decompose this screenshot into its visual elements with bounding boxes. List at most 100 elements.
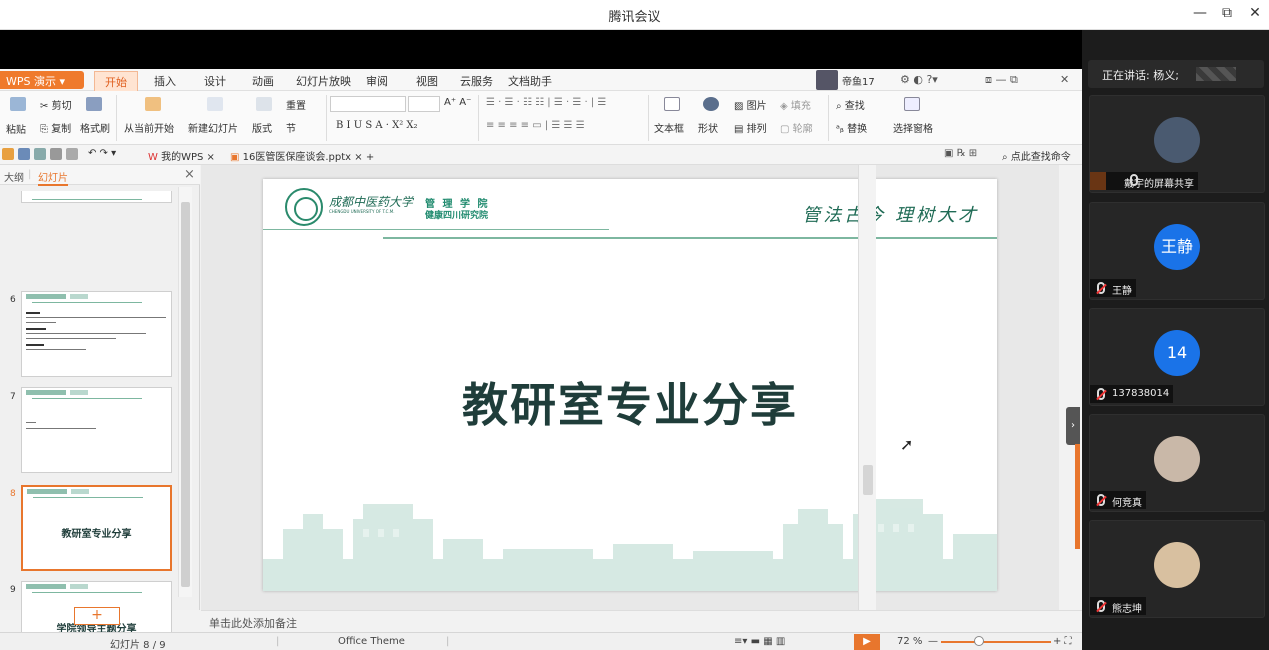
participant-tile[interactable]: 熊志坤 <box>1089 520 1265 618</box>
open-icon[interactable] <box>2 148 14 160</box>
cut-button[interactable]: ✂ 剪切 <box>40 97 72 112</box>
current-slide[interactable]: 成都中医药大学 CHENGDU UNIVERSITY OF T.C.M. 管 理… <box>263 179 997 591</box>
export-icon[interactable] <box>34 148 46 160</box>
new-tab-icon[interactable]: + <box>366 152 374 163</box>
reset-button[interactable]: 重置 <box>286 97 306 112</box>
notes-placeholder[interactable]: 单击此处添加备注 <box>209 615 297 631</box>
tab-slideshow[interactable]: 幻灯片放映 <box>296 73 351 89</box>
font-size-select[interactable] <box>408 96 440 112</box>
zoom-slider-knob[interactable] <box>974 636 984 646</box>
window-restore-icon[interactable]: ⧈ — ⧉ <box>985 73 1018 87</box>
slide-thumb-7[interactable] <box>21 387 172 473</box>
slide-thumb-8[interactable]: 教研室专业分享 <box>21 485 172 571</box>
participant-tile[interactable]: 王静 王静 <box>1089 202 1265 300</box>
print-icon[interactable] <box>50 148 62 160</box>
replace-button[interactable]: ᵃᵦ 替换 <box>836 120 867 135</box>
bold-button[interactable]: B <box>336 120 343 131</box>
tab-doc-assistant[interactable]: 文档助手 <box>508 73 552 89</box>
canvas-scrollbar[interactable] <box>858 165 876 610</box>
layout-button[interactable]: 版式 <box>252 120 272 135</box>
participant-tile[interactable]: 戴宇的屏幕共享 <box>1089 95 1265 193</box>
strike-button[interactable]: S <box>365 120 372 131</box>
add-slide-button[interactable]: + <box>74 607 120 625</box>
fill-button[interactable]: ◈ 填充 <box>780 97 811 112</box>
close-tab-icon[interactable]: × <box>207 152 215 163</box>
expand-side-pane-icon[interactable]: › <box>1066 407 1080 445</box>
format-painter-button[interactable]: 格式刷 <box>80 120 110 135</box>
italic-button[interactable]: I <box>347 120 351 131</box>
tab-slides[interactable]: 幻灯片 <box>38 169 68 186</box>
wps-app-button[interactable]: WPS 演示 ▾ <box>0 71 84 89</box>
participant-tile[interactable]: 14 137838014 <box>1089 308 1265 406</box>
copy-label: 复制 <box>51 124 72 135</box>
participant-tile[interactable]: 何竞真 <box>1089 414 1265 512</box>
panel-close-icon[interactable]: × <box>184 167 195 182</box>
select-pane-button[interactable]: 选择窗格 <box>893 120 933 135</box>
user-account[interactable]: 帝鱼17 <box>816 69 896 91</box>
tab-review[interactable]: 审阅 <box>366 73 388 89</box>
play-slideshow-button[interactable]: ▶ <box>854 634 880 650</box>
underline-button[interactable]: U <box>354 120 362 131</box>
copy-button[interactable]: ⎘ 复制 <box>40 120 71 135</box>
command-search[interactable]: ⌕ 点此查找命令 <box>1002 148 1071 163</box>
tab-cloud[interactable]: 云服务 <box>460 73 493 89</box>
section-button[interactable]: 节 <box>286 120 296 135</box>
restore-button[interactable]: ⧉ <box>1215 5 1239 21</box>
tab-outline[interactable]: 大纲 <box>4 169 24 184</box>
from-current-button[interactable]: 从当前开始 <box>124 120 174 135</box>
font-grow-icon[interactable]: A⁺ A⁻ <box>444 97 471 108</box>
tab-view[interactable]: 视图 <box>416 73 438 89</box>
mouse-pointer-icon: ➚ <box>900 435 914 454</box>
settings-icon[interactable]: ⚙ ◐ ?▾ <box>900 73 938 86</box>
new-slide-icon[interactable] <box>207 97 223 111</box>
slide-editor-canvas[interactable]: 成都中医药大学 CHENGDU UNIVERSITY OF T.C.M. 管 理… <box>201 165 1059 610</box>
new-slide-button[interactable]: 新建幻灯片 <box>188 120 238 135</box>
view-toggle-icons[interactable]: ▣ ℞ ⊞ <box>944 148 977 159</box>
view-mode-icons[interactable]: ≡▾ ▬ ▦ ▥ <box>734 636 785 647</box>
outline-button[interactable]: ▢ 轮廓 <box>780 120 813 135</box>
font-name-select[interactable] <box>330 96 406 112</box>
undo-icon[interactable]: ↶ ↷ ▾ <box>88 148 116 159</box>
textbox-icon[interactable] <box>664 97 680 111</box>
canvas-scroll-thumb[interactable] <box>863 465 873 495</box>
zoom-slider[interactable] <box>941 636 1051 646</box>
tab-animation[interactable]: 动画 <box>252 73 274 89</box>
doc-tab-pptx[interactable]: ▣ 16医管医保座谈会.pptx × + <box>230 148 374 163</box>
tab-insert[interactable]: 插入 <box>154 73 176 89</box>
notes-pane[interactable]: 单击此处添加备注 <box>201 610 1082 632</box>
shape-button[interactable]: 形状 <box>698 120 718 135</box>
panel-scrollbar[interactable] <box>178 187 192 597</box>
font-style-buttons[interactable]: B I U S A · X² X₂ <box>336 120 418 131</box>
textbox-button[interactable]: 文本框 <box>654 120 684 135</box>
zoom-in-icon[interactable]: + ⛶ <box>1053 636 1072 647</box>
paste-icon[interactable] <box>10 97 26 111</box>
minimize-button[interactable]: — <box>1188 5 1212 21</box>
paste-button[interactable]: 粘贴 <box>6 121 26 136</box>
slide-title[interactable]: 教研室专业分享 <box>263 369 997 435</box>
slide-thumb-5-partial[interactable] <box>21 191 172 203</box>
wps-close-icon[interactable]: ✕ <box>1060 73 1069 86</box>
close-button[interactable]: ✕ <box>1243 5 1267 21</box>
shape-icon[interactable] <box>703 97 719 111</box>
align-buttons[interactable]: ≡ ≡ ≡ ≡ ▭ | ☰ ☰ ☰ <box>486 120 585 131</box>
format-painter-icon[interactable] <box>86 97 102 111</box>
doc-tab-mywps[interactable]: W 我的WPS × <box>148 148 215 163</box>
preview-icon[interactable] <box>66 148 78 160</box>
close-tab-icon[interactable]: × <box>354 152 362 163</box>
slide-thumb-6[interactable] <box>21 291 172 377</box>
save-icon[interactable] <box>18 148 30 160</box>
tab-design[interactable]: 设计 <box>204 73 226 89</box>
list-buttons[interactable]: ☰ · ☰ · ☷ ☷ | ☰ · ☰ · | ☰ <box>486 97 606 108</box>
find-button[interactable]: ⌕ 查找 <box>836 97 865 112</box>
tab-home[interactable]: 开始 <box>94 71 138 91</box>
panel-scroll-thumb[interactable] <box>181 202 190 587</box>
select-pane-icon[interactable] <box>904 97 920 111</box>
picture-button[interactable]: ▨ 图片 <box>734 97 767 112</box>
from-current-icon[interactable] <box>145 97 161 111</box>
mic-muted-icon <box>1097 494 1105 506</box>
layout-icon[interactable] <box>256 97 272 111</box>
font-color-button[interactable]: A <box>375 120 382 131</box>
ribbon-divider <box>116 95 117 141</box>
zoom-out-icon[interactable]: — <box>928 636 938 647</box>
arrange-button[interactable]: ▤ 排列 <box>734 120 767 135</box>
